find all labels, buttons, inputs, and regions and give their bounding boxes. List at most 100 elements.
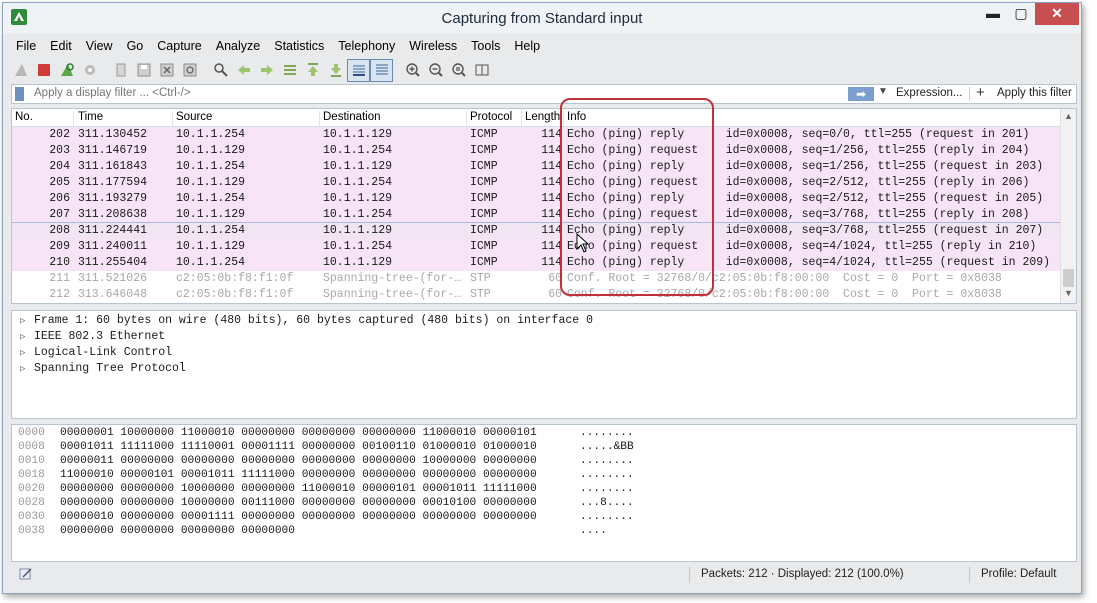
resize-columns-icon[interactable] [470, 59, 493, 82]
detail-frame[interactable]: ▷ Frame 1: 60 bytes on wire (480 bits), 6… [20, 313, 593, 329]
column-header-source[interactable]: Source [173, 111, 320, 126]
column-header-protocol[interactable]: Protocol [467, 111, 522, 126]
detail-llc[interactable]: ▷ Logical-Link Control [20, 345, 172, 361]
cell-time: 311.130452 [78, 128, 148, 141]
packet-row[interactable]: 202 311.130452 10.1.1.254 10.1.1.129 ICMP 114… [12, 127, 1062, 143]
byte-bits[interactable]: 00000000 00000000 00000000 00000000 [60, 524, 295, 538]
packet-row[interactable]: 205 311.177594 10.1.1.129 10.1.1.254 ICMP 114… [12, 175, 1062, 191]
packet-row[interactable]: 210 311.255404 10.1.1.254 10.1.1.129 ICMP 114… [12, 255, 1062, 271]
byte-ascii[interactable]: .... [580, 524, 607, 538]
byte-bits[interactable]: 00000010 00000000 00001111 00000000 0000… [60, 510, 537, 524]
menu-tools[interactable]: Tools [464, 36, 507, 56]
byte-bits[interactable]: 11000010 00000101 00001011 11111000 0000… [60, 468, 537, 482]
packet-row[interactable]: 204 311.161843 10.1.1.254 10.1.1.129 ICMP 114… [12, 159, 1062, 175]
column-header-length[interactable]: Length [522, 111, 564, 126]
column-header-time[interactable]: Time [75, 111, 173, 126]
go-forward-icon[interactable] [255, 59, 278, 82]
byte-bits[interactable]: 00000011 00000000 00000000 00000000 0000… [60, 454, 537, 468]
packet-row[interactable]: 209 311.240011 10.1.1.129 10.1.1.254 ICMP 114… [12, 239, 1062, 255]
byte-ascii[interactable]: ........ [580, 510, 634, 524]
menu-view[interactable]: View [79, 36, 120, 56]
byte-ascii[interactable]: ........ [580, 468, 634, 482]
byte-ascii[interactable]: ...8.... [580, 496, 634, 510]
minimize-button[interactable]: ▬ [979, 3, 1007, 25]
expand-arrow-icon[interactable]: ▷ [20, 361, 34, 377]
column-header-destination[interactable]: Destination [320, 111, 467, 126]
byte-ascii[interactable]: ........ [580, 426, 634, 440]
byte-ascii[interactable]: ........ [580, 482, 634, 496]
packet-bytes-pane[interactable]: 0000 00000001 10000000 11000010 00000000 … [11, 424, 1077, 562]
first-packet-icon[interactable] [301, 59, 324, 82]
colorize-icon[interactable] [370, 58, 393, 82]
go-back-icon[interactable] [232, 59, 255, 82]
apply-filter-arrow-icon[interactable]: ➡ [848, 87, 874, 101]
detail-stp[interactable]: ▷ Spanning Tree Protocol [20, 361, 186, 377]
menu-statistics[interactable]: Statistics [267, 36, 331, 56]
detail-ethernet[interactable]: ▷ IEEE 802.3 Ethernet [20, 329, 165, 345]
packet-row[interactable]: 203 311.146719 10.1.1.129 10.1.1.254 ICMP 114… [12, 143, 1062, 159]
scroll-down-icon[interactable]: ▼ [1061, 288, 1076, 302]
cell-protocol: STP [470, 288, 491, 301]
byte-bits[interactable]: 00000000 00000000 10000000 00000000 1100… [60, 482, 537, 496]
byte-bits[interactable]: 00000001 10000000 11000010 00000000 0000… [60, 426, 537, 440]
column-header-no[interactable]: No. [12, 111, 74, 126]
scroll-up-icon[interactable]: ▲ [1061, 111, 1076, 125]
menu-capture[interactable]: Capture [150, 36, 208, 56]
byte-ascii[interactable]: .....&BB [580, 440, 634, 454]
zoom-in-icon[interactable] [401, 59, 424, 82]
chevron-down-icon[interactable]: ▼ [878, 86, 888, 97]
last-packet-icon[interactable] [324, 59, 347, 82]
zoom-out-icon[interactable] [424, 59, 447, 82]
menu-analyze[interactable]: Analyze [209, 36, 267, 56]
menu-go[interactable]: Go [120, 36, 151, 56]
stop-capture-icon[interactable] [32, 59, 55, 82]
autoscroll-icon[interactable] [347, 58, 370, 82]
packet-row[interactable]: 212 313.646048 c2:05:0b:f8:f1:0f Spanning-t… [12, 287, 1062, 303]
cell-length: 114 [541, 176, 562, 189]
status-profile[interactable]: Profile: Default [981, 568, 1056, 580]
normal-size-icon[interactable] [447, 59, 470, 82]
packet-row[interactable]: 207 311.208638 10.1.1.129 10.1.1.254 ICMP 114… [12, 207, 1062, 223]
expand-arrow-icon[interactable]: ▷ [20, 313, 34, 329]
byte-offset: 0038 [18, 525, 45, 537]
menu-file[interactable]: File [9, 36, 43, 56]
reload-file-icon[interactable] [178, 59, 201, 82]
plus-icon[interactable]: + [976, 84, 985, 101]
expression-button[interactable]: Expression... [896, 87, 962, 99]
packet-details-pane[interactable]: ▷ Frame 1: 60 bytes on wire (480 bits), 6… [11, 310, 1077, 419]
edit-comment-icon[interactable] [19, 567, 33, 581]
close-file-icon[interactable] [155, 59, 178, 82]
save-file-icon[interactable] [132, 59, 155, 82]
go-to-packet-icon[interactable] [278, 59, 301, 82]
packet-row[interactable]: 208 311.224441 10.1.1.254 10.1.1.129 ICMP 114… [12, 222, 1063, 240]
packet-list[interactable]: No. Time Source Destination Protocol Len… [11, 108, 1077, 304]
byte-ascii[interactable]: ........ [580, 454, 634, 468]
byte-bits[interactable]: 00000000 00000000 10000000 00111000 0000… [60, 496, 537, 510]
scrollbar-thumb[interactable] [1063, 269, 1074, 287]
cell-length: 60 [548, 288, 562, 301]
maximize-button[interactable]: ▢ [1007, 3, 1035, 25]
expand-arrow-icon[interactable]: ▷ [20, 329, 34, 345]
cell-time: 311.208638 [78, 208, 148, 221]
packet-row[interactable]: 206 311.193279 10.1.1.254 10.1.1.129 ICMP 114… [12, 191, 1062, 207]
menu-telephony[interactable]: Telephony [331, 36, 402, 56]
status-divider [969, 567, 970, 583]
close-button[interactable]: ✕ [1035, 3, 1079, 25]
cell-destination: 10.1.1.129 [323, 128, 393, 141]
expand-arrow-icon[interactable]: ▷ [20, 345, 34, 361]
cell-time: 311.255404 [78, 256, 148, 269]
menu-edit[interactable]: Edit [43, 36, 79, 56]
open-file-icon[interactable] [109, 59, 132, 82]
menu-help[interactable]: Help [507, 36, 547, 56]
menu-wireless[interactable]: Wireless [402, 36, 464, 56]
find-packet-icon[interactable] [209, 59, 232, 82]
capture-options-icon[interactable] [78, 59, 101, 82]
byte-bits[interactable]: 00001011 11111000 11110001 00001111 0000… [60, 440, 537, 454]
restart-capture-icon[interactable] [55, 59, 78, 82]
apply-this-filter-button[interactable]: Apply this filter [997, 87, 1072, 99]
display-filter-input[interactable] [34, 87, 834, 99]
bookmark-icon[interactable] [15, 87, 24, 101]
packet-list-scrollbar[interactable]: ▲ ▼ [1060, 109, 1076, 303]
packet-row[interactable]: 211 311.521026 c2:05:0b:f8:f1:0f Spanning-t… [12, 271, 1062, 287]
shark-fin-start-icon[interactable] [9, 59, 32, 82]
